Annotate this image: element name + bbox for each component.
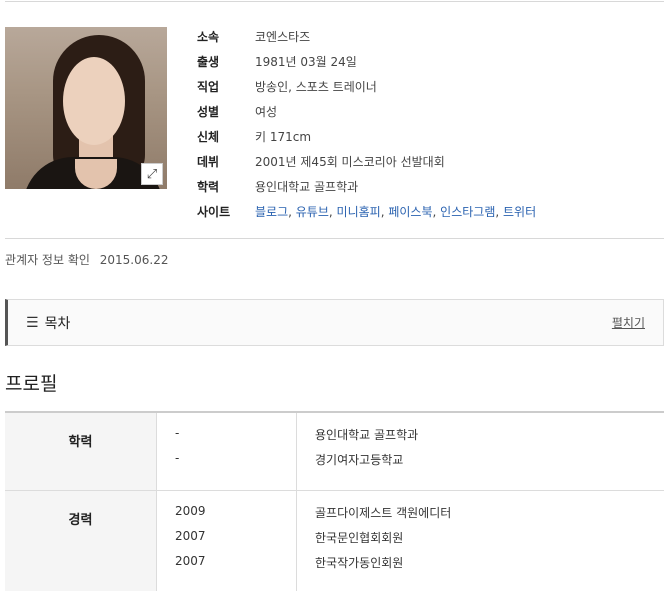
table-cell-text: 한국문인협회회원 — [315, 531, 404, 545]
info-row-job: 직업 방송인, 스포츠 트레이너 — [197, 74, 536, 99]
info-key: 사이트 — [197, 205, 231, 219]
table-cell-year: 2007 — [175, 529, 206, 543]
info-row-sites: 사이트 블로그, 유튜브, 미니홈피, 페이스북, 인스타그램, 트위터 — [197, 199, 536, 224]
site-link-twitter[interactable]: 트위터 — [503, 205, 536, 219]
profile-table: 학력 - - 용인대학교 골프학과 경기여자고등학교 경력 2009 2007 … — [5, 413, 664, 591]
site-link-instagram[interactable]: 인스타그램 — [440, 205, 495, 219]
expand-icon[interactable]: ⤢ — [141, 163, 163, 185]
table-cell-year: - — [175, 451, 180, 465]
info-row-gender: 성별 여성 — [197, 99, 536, 124]
info-value: 방송인, 스포츠 트레이너 — [255, 80, 377, 94]
list-icon: ☰ — [26, 314, 39, 331]
info-key: 학력 — [197, 180, 220, 194]
profile-photo[interactable]: ⤢ — [5, 27, 167, 189]
info-value: 여성 — [255, 105, 278, 119]
info-value: 용인대학교 골프학과 — [255, 180, 359, 194]
info-key: 데뷔 — [197, 155, 220, 169]
toc-expand-link[interactable]: 펼치기 — [612, 314, 645, 331]
info-value: 코엔스타즈 — [255, 30, 311, 44]
link-separator: , — [328, 205, 337, 219]
text-column: 골프다이제스트 객원에디터 한국문인협회회원 한국작가동인회원 — [297, 491, 664, 591]
table-cell-text: 용인대학교 골프학과 — [315, 428, 419, 442]
table-cell-year: 2007 — [175, 554, 206, 568]
site-link-facebook[interactable]: 페이스북 — [388, 205, 432, 219]
section-label: 학력 — [5, 413, 157, 490]
table-section-career: 경력 2009 2007 2007 골프다이제스트 객원에디터 한국문인협회회원… — [5, 491, 664, 591]
info-key: 출생 — [197, 55, 220, 69]
info-row-debut: 데뷔 2001년 제45회 미스코리아 선발대회 — [197, 149, 536, 174]
info-value: 키 171cm — [255, 130, 312, 144]
table-cell-text: 경기여자고등학교 — [315, 453, 404, 467]
site-links: 블로그, 유튜브, 미니홈피, 페이스북, 인스타그램, 트위터 — [255, 203, 536, 220]
section-title: 프로필 — [5, 373, 58, 395]
table-cell-year: - — [175, 426, 180, 440]
info-value: 2001년 제45회 미스코리아 선발대회 — [255, 155, 445, 169]
site-link-minihompy[interactable]: 미니홈피 — [337, 205, 381, 219]
table-section-education: 학력 - - 용인대학교 골프학과 경기여자고등학교 — [5, 413, 664, 491]
confirm-label: 관계자 정보 확인 — [5, 253, 90, 267]
link-separator: , — [288, 205, 296, 219]
top-divider — [5, 1, 664, 2]
site-link-blog[interactable]: 블로그 — [255, 205, 288, 219]
table-of-contents: ☰ 목차 펼치기 — [5, 299, 664, 346]
confirm-date: 2015.06.22 — [99, 253, 169, 267]
photo-face — [63, 57, 125, 145]
confirm-line: 관계자 정보 확인 2015.06.22 — [5, 251, 168, 268]
site-link-youtube[interactable]: 유튜브 — [296, 205, 329, 219]
info-value: 1981년 03월 24일 — [255, 55, 357, 69]
info-divider — [5, 238, 664, 239]
toc-title: 목차 — [44, 315, 71, 332]
info-key: 성별 — [197, 105, 220, 119]
table-cell-text: 골프다이제스트 객원에디터 — [315, 506, 452, 520]
link-separator: , — [432, 205, 441, 219]
info-key: 신체 — [197, 130, 220, 144]
info-key: 직업 — [197, 80, 220, 94]
info-row-affiliation: 소속 코엔스타즈 — [197, 24, 536, 49]
profile-info: 소속 코엔스타즈 출생 1981년 03월 24일 직업 방송인, 스포츠 트레… — [197, 24, 536, 224]
link-separator: , — [495, 205, 503, 219]
text-column: 용인대학교 골프학과 경기여자고등학교 — [297, 413, 664, 490]
info-key: 소속 — [197, 30, 220, 44]
table-cell-text: 한국작가동인회원 — [315, 556, 404, 570]
info-row-birth: 출생 1981년 03월 24일 — [197, 49, 536, 74]
info-row-education: 학력 용인대학교 골프학과 — [197, 174, 536, 199]
info-row-body: 신체 키 171cm — [197, 124, 536, 149]
year-column: - - — [157, 413, 297, 490]
section-label: 경력 — [5, 491, 157, 591]
table-cell-year: 2009 — [175, 504, 206, 518]
year-column: 2009 2007 2007 — [157, 491, 297, 591]
